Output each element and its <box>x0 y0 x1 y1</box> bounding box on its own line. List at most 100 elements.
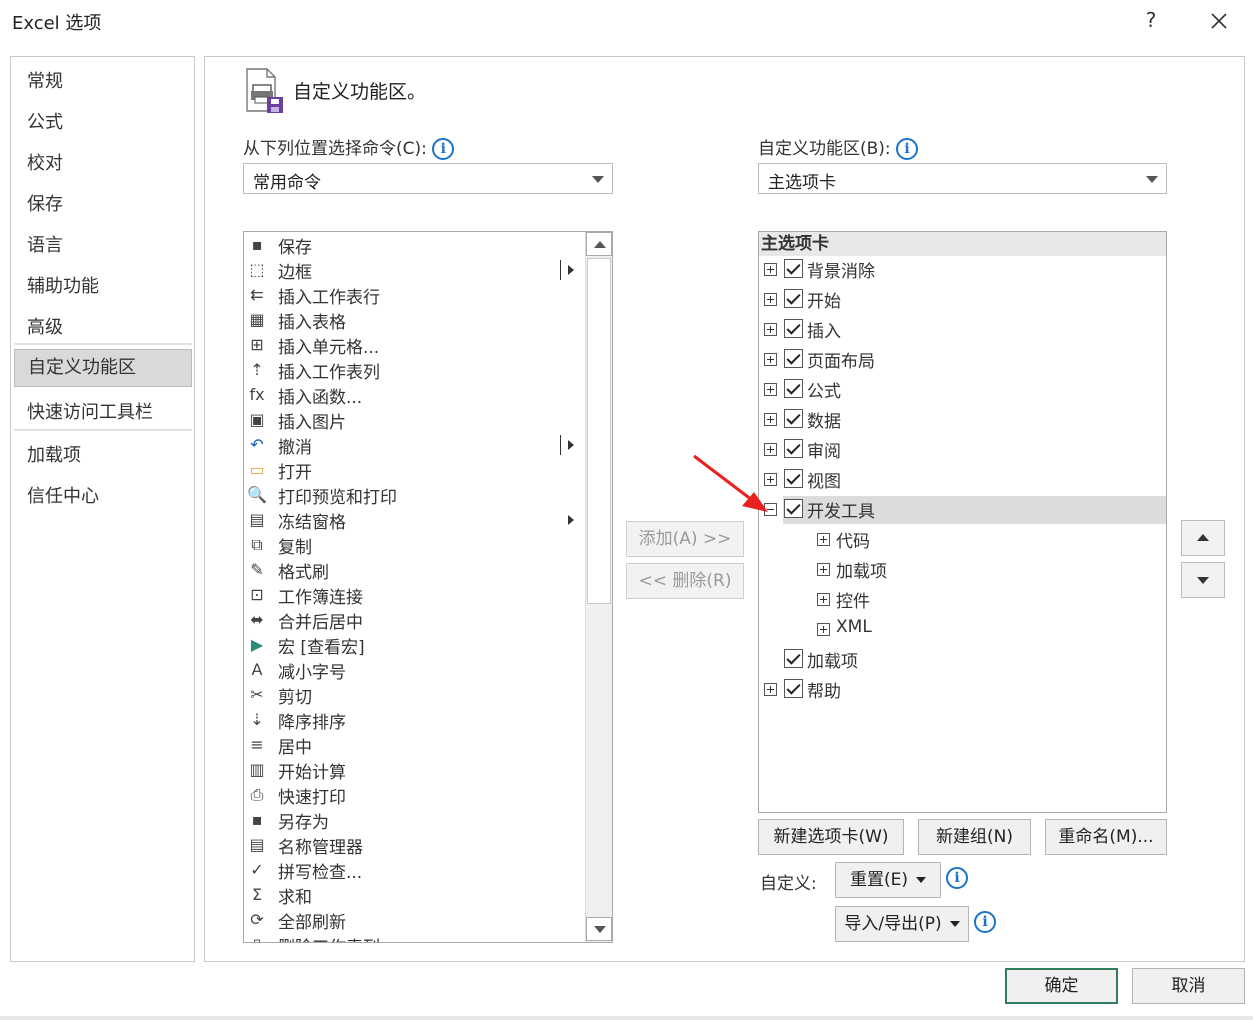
info-icon[interactable]: i <box>432 138 455 160</box>
expand-icon[interactable] <box>817 593 830 606</box>
import-export-button[interactable]: 导入/导出(P) <box>835 906 969 942</box>
tree-tab-item[interactable]: 背景消除 <box>759 256 1166 284</box>
tree-group-item[interactable]: 控件 <box>759 586 1166 614</box>
tree-tab-item[interactable]: 开发工具 <box>764 496 1166 524</box>
command-item[interactable]: ⬚ 边框 <box>244 258 584 283</box>
remove-button[interactable]: << 删除(R) <box>626 563 744 599</box>
command-item[interactable]: ⊡ 工作簿连接 <box>244 583 584 608</box>
command-item[interactable]: ⇣ 降序排序 <box>244 708 584 733</box>
expand-icon[interactable] <box>817 533 830 546</box>
expand-icon[interactable] <box>764 383 777 396</box>
tree-tab-item[interactable]: 开始 <box>759 286 1166 314</box>
ribbon-tabs-tree[interactable]: 主选项卡 背景消除 开始 插入 页面布局 公式 数据 审阅 视图 开发工具 代码 加载项 控件 XML 加… <box>758 231 1167 813</box>
scroll-thumb[interactable] <box>587 258 611 604</box>
ok-button[interactable]: 确定 <box>1005 968 1118 1004</box>
tab-checkbox[interactable] <box>784 259 803 278</box>
command-item[interactable]: ▥ 开始计算 <box>244 758 584 783</box>
tree-tab-item[interactable]: 数据 <box>759 406 1166 434</box>
nav-item-save[interactable]: 保存 <box>27 190 63 216</box>
command-item[interactable]: ▦ 插入表格 <box>244 308 584 333</box>
command-item[interactable]: ✎ 格式刷 <box>244 558 584 583</box>
command-item[interactable]: ⧉ 复制 <box>244 533 584 558</box>
command-item[interactable]: ✓ 拼写检查... <box>244 858 584 883</box>
command-item[interactable]: ▯ 删除工作表列 <box>244 933 584 942</box>
command-item[interactable]: ▭ 打开 <box>244 458 584 483</box>
tree-tab-item[interactable]: 公式 <box>759 376 1166 404</box>
command-item[interactable]: ⎙ 快速打印 <box>244 783 584 808</box>
tree-group-item[interactable]: XML <box>759 616 1166 644</box>
command-item[interactable]: ▪ 保存 <box>244 233 584 258</box>
move-up-button[interactable] <box>1181 520 1225 556</box>
tab-checkbox[interactable] <box>784 289 803 308</box>
command-item[interactable]: ⟳ 全部刷新 <box>244 908 584 933</box>
tree-group-item[interactable]: 加载项 <box>759 556 1166 584</box>
command-item[interactable]: ≡ 居中 <box>244 733 584 758</box>
nav-item-proofing[interactable]: 校对 <box>27 149 63 175</box>
command-item[interactable]: A 减小字号 <box>244 658 584 683</box>
tab-checkbox[interactable] <box>784 439 803 458</box>
command-item[interactable]: ⇡ 插入工作表列 <box>244 358 584 383</box>
expand-icon[interactable] <box>764 263 777 276</box>
commands-scrollbar[interactable] <box>585 232 612 942</box>
tree-group-item[interactable]: 代码 <box>759 526 1166 554</box>
new-tab-button[interactable]: 新建选项卡(W) <box>758 819 904 855</box>
nav-item-customize-ribbon[interactable]: 自定义功能区 <box>14 349 192 387</box>
expand-icon[interactable] <box>817 563 830 576</box>
tree-tab-item[interactable]: 审阅 <box>759 436 1166 464</box>
command-item[interactable]: 🔍 打印预览和打印 <box>244 483 584 508</box>
move-down-button[interactable] <box>1181 562 1225 598</box>
nav-item-language[interactable]: 语言 <box>27 231 63 257</box>
expand-icon[interactable] <box>764 413 777 426</box>
nav-item-accessibility[interactable]: 辅助功能 <box>27 272 99 298</box>
expand-icon[interactable] <box>764 683 777 696</box>
tab-checkbox[interactable] <box>784 409 803 428</box>
nav-item-quick-access-toolbar[interactable]: 快速访问工具栏 <box>27 398 153 424</box>
command-item[interactable]: fx 插入函数... <box>244 383 584 408</box>
cancel-button[interactable]: 取消 <box>1132 968 1245 1004</box>
command-item[interactable]: ✂ 剪切 <box>244 683 584 708</box>
command-item[interactable]: ⇇ 插入工作表行 <box>244 283 584 308</box>
tab-checkbox[interactable] <box>784 349 803 368</box>
new-group-button[interactable]: 新建组(N) <box>918 819 1031 855</box>
scroll-up-button[interactable] <box>586 232 612 256</box>
tab-checkbox[interactable] <box>784 469 803 488</box>
close-icon[interactable] <box>1206 8 1232 34</box>
reset-button[interactable]: 重置(E) <box>835 862 941 898</box>
help-button[interactable]: ? <box>1141 8 1161 32</box>
tree-tab-item[interactable]: 页面布局 <box>759 346 1166 374</box>
add-button[interactable]: 添加(A) >> <box>626 521 744 557</box>
info-icon[interactable]: i <box>974 911 996 933</box>
command-item[interactable]: ▶ 宏 [查看宏] <box>244 633 584 658</box>
command-item[interactable]: Σ 求和 <box>244 883 584 908</box>
command-item[interactable]: ▤ 冻结窗格 <box>244 508 584 533</box>
command-item[interactable]: ⊞ 插入单元格... <box>244 333 584 358</box>
scroll-down-button[interactable] <box>586 917 612 941</box>
customize-ribbon-select[interactable]: 主选项卡 <box>758 163 1167 194</box>
tab-checkbox[interactable] <box>784 649 803 668</box>
rename-button[interactable]: 重命名(M)... <box>1045 819 1167 855</box>
tree-tab-item[interactable]: 视图 <box>759 466 1166 494</box>
nav-item-advanced[interactable]: 高级 <box>27 313 63 339</box>
expand-icon[interactable] <box>764 353 777 366</box>
tab-checkbox[interactable] <box>784 679 803 698</box>
nav-item-add-ins[interactable]: 加载项 <box>27 441 81 467</box>
command-item[interactable]: ▪ 另存为 <box>244 808 584 833</box>
tree-tab-item[interactable]: 加载项 <box>759 646 1166 674</box>
tab-checkbox[interactable] <box>784 319 803 338</box>
command-item[interactable]: ↶ 撤消 <box>244 433 584 458</box>
command-item[interactable]: ▣ 插入图片 <box>244 408 584 433</box>
commands-list[interactable]: ▪ 保存 ⬚ 边框 ⇇ 插入工作表行 ▦ 插入表格 ⊞ 插入单元格... ⇡ 插入工作表列 fx 插入函数… <box>243 231 613 943</box>
command-item[interactable]: ▤ 名称管理器 <box>244 833 584 858</box>
command-item[interactable]: ⬌ 合并后居中 <box>244 608 584 633</box>
tree-tab-item[interactable]: 插入 <box>759 316 1166 344</box>
tab-checkbox[interactable] <box>784 499 803 518</box>
nav-item-trust-center[interactable]: 信任中心 <box>27 482 99 508</box>
expand-icon[interactable] <box>764 293 777 306</box>
choose-commands-select[interactable]: 常用命令 <box>243 163 613 194</box>
info-icon[interactable]: i <box>946 867 968 889</box>
tree-tab-item[interactable]: 帮助 <box>759 676 1166 704</box>
expand-icon[interactable] <box>817 623 830 636</box>
tab-checkbox[interactable] <box>784 379 803 398</box>
nav-item-general[interactable]: 常规 <box>27 67 63 93</box>
info-icon[interactable]: i <box>896 138 919 160</box>
